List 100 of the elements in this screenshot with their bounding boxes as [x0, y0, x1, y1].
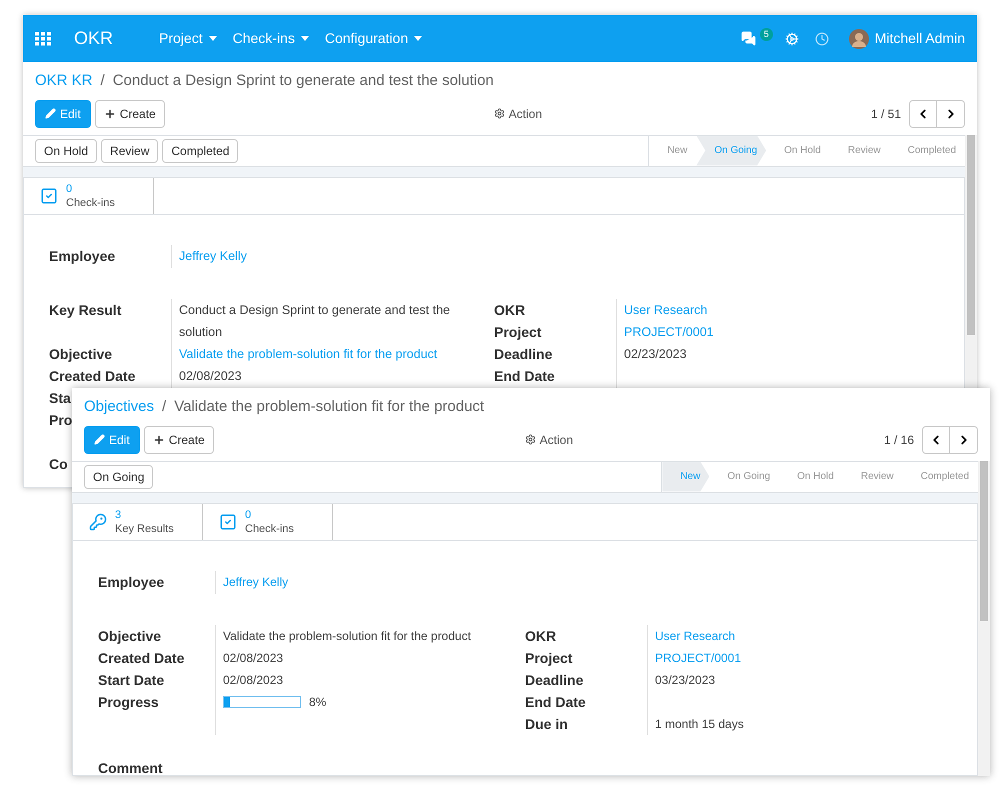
- scrollbar[interactable]: [978, 460, 990, 776]
- message-count-badge: 5: [760, 28, 773, 42]
- field-label: OKR: [525, 626, 556, 646]
- edit-button[interactable]: Edit: [35, 100, 91, 128]
- field-label: Created Date: [49, 366, 136, 386]
- field-value: Validate the problem-solution fit for the product: [223, 628, 471, 644]
- edit-button[interactable]: Edit: [84, 426, 140, 454]
- field-label: End Date: [494, 366, 555, 386]
- field-value: 02/23/2023: [624, 346, 687, 362]
- status-button[interactable]: Review: [101, 138, 158, 162]
- action-menu[interactable]: Action: [524, 430, 574, 448]
- stage-step[interactable]: New: [662, 462, 710, 492]
- field-link[interactable]: PROJECT/0001: [655, 646, 742, 668]
- nav-menu[interactable]: Configuration: [324, 28, 422, 49]
- gear-icon: [524, 434, 536, 445]
- smart-button[interactable]: 3 Key Results: [73, 504, 203, 540]
- field-link[interactable]: Validate the problem-solution fit for the product: [179, 342, 438, 364]
- field-label: Deadline: [525, 670, 584, 690]
- previous-button[interactable]: [922, 426, 950, 454]
- field-label: Project: [525, 648, 572, 668]
- create-button[interactable]: Create: [94, 100, 165, 128]
- field-label: Deadline: [494, 344, 552, 364]
- stage-step[interactable]: On Hold: [779, 462, 843, 492]
- plus-icon: [152, 434, 165, 446]
- smart-button-count: 0: [66, 182, 74, 196]
- field-label: Employee: [98, 574, 164, 590]
- field-link[interactable]: Jeffrey Kelly: [223, 574, 288, 588]
- field-label: Co: [49, 456, 68, 472]
- record-title: Conduct a Design Sprint to generate and test the solution: [112, 71, 494, 91]
- smart-button-label: Check-ins: [245, 522, 294, 536]
- pager-text: 1 / 51: [870, 106, 901, 122]
- field-label: Pro: [49, 410, 72, 430]
- nav-menu[interactable]: Project: [159, 28, 217, 49]
- nav-menu[interactable]: Check-ins: [232, 28, 309, 49]
- chat-icon[interactable]: [740, 31, 756, 46]
- pencil-icon: [45, 108, 56, 119]
- stage-step[interactable]: On Hold: [766, 136, 830, 166]
- smart-button-label: Key Results: [115, 522, 174, 536]
- plus-icon: [104, 108, 116, 120]
- field-label: Due in: [525, 714, 568, 734]
- field-label: Project: [494, 322, 542, 342]
- record-title: Validate the problem-solution fit for the product: [174, 397, 484, 417]
- progress-reading: 8%: [309, 694, 326, 710]
- breadcrumb-separator: /: [162, 397, 166, 417]
- next-button[interactable]: [937, 100, 965, 128]
- field-label: End Date: [525, 692, 586, 712]
- stage-step[interactable]: Review: [842, 462, 903, 492]
- field-label: Comment: [98, 760, 163, 776]
- gear-icon: [494, 108, 505, 119]
- status-button[interactable]: On Hold: [35, 138, 98, 162]
- apps-menu-icon[interactable]: [35, 32, 51, 46]
- app-name[interactable]: OKR: [74, 25, 114, 52]
- status-button[interactable]: Completed: [162, 138, 238, 162]
- field-label: Sta: [49, 388, 71, 408]
- breadcrumb-link[interactable]: OKR KR: [35, 70, 93, 92]
- field-label: Start Date: [98, 670, 164, 690]
- field-label: Progress: [98, 692, 159, 712]
- stage-step[interactable]: Completed: [902, 462, 978, 492]
- status-button[interactable]: On Going: [84, 464, 154, 488]
- field-link[interactable]: PROJECT/0001: [624, 320, 714, 342]
- field-value: 02/08/2023: [179, 368, 242, 384]
- checkbox-icon: [40, 186, 58, 204]
- user-avatar[interactable]: [848, 28, 869, 48]
- caret-icon: [208, 36, 217, 41]
- next-button[interactable]: [950, 426, 978, 454]
- user-name[interactable]: Mitchell Admin: [874, 28, 965, 49]
- breadcrumb-separator: /: [100, 71, 105, 91]
- field-label: Key Result: [49, 300, 122, 320]
- field-value: Conduct a Design Sprint to generate and test the solution: [179, 302, 452, 340]
- field-label: Objective: [49, 344, 112, 364]
- scrollbar[interactable]: [965, 134, 977, 388]
- stage-step[interactable]: On Going: [696, 136, 766, 166]
- smart-button-label: Check-ins: [66, 196, 115, 210]
- pencil-icon: [94, 434, 105, 445]
- field-value: 03/23/2023: [655, 672, 716, 688]
- smart-button-count: 0: [245, 508, 252, 522]
- pager-text: 1 / 16: [884, 432, 914, 448]
- previous-button[interactable]: [909, 100, 937, 128]
- clock-icon[interactable]: [814, 32, 829, 46]
- smart-button-count: 3: [115, 508, 122, 522]
- action-menu[interactable]: Action: [494, 104, 542, 122]
- stage-step[interactable]: New: [649, 136, 696, 166]
- field-value: 02/08/2023: [223, 672, 284, 688]
- field-value: 02/08/2023: [223, 650, 284, 666]
- field-link[interactable]: Jeffrey Kelly: [179, 248, 247, 262]
- field-link[interactable]: User Research: [624, 298, 708, 320]
- settings-icon[interactable]: [784, 32, 799, 46]
- field-label: Created Date: [98, 648, 184, 668]
- field-label: Employee: [49, 248, 116, 264]
- field-label: Objective: [98, 626, 162, 646]
- caret-icon: [300, 36, 309, 41]
- stage-step[interactable]: Completed: [890, 136, 965, 166]
- stage-step[interactable]: On Going: [709, 462, 780, 492]
- stage-step[interactable]: Review: [830, 136, 890, 166]
- field-link[interactable]: User Research: [655, 624, 736, 646]
- create-button[interactable]: Create: [144, 426, 214, 454]
- smart-button[interactable]: 0 Check-ins: [24, 178, 154, 214]
- breadcrumb-link[interactable]: Objectives: [84, 396, 154, 418]
- key-icon: [89, 512, 107, 530]
- smart-button[interactable]: 0 Check-ins: [203, 504, 333, 540]
